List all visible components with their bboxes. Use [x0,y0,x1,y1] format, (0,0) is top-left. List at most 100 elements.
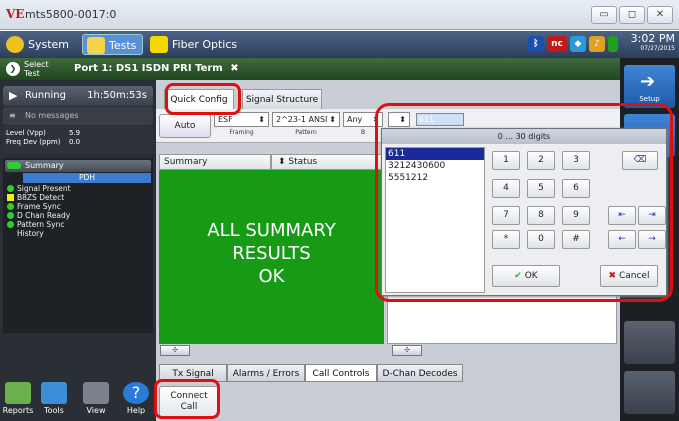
close-tab-icon[interactable]: ✖ [230,63,238,74]
tab-d-chan-decodes[interactable]: D-Chan Decodes [377,364,463,382]
clock-date: 07/27/2015 [640,45,675,52]
select-test-button[interactable]: ❯ Select Test [4,60,74,78]
side-button-4[interactable] [623,370,676,415]
home-button[interactable]: ⇤ [608,206,636,225]
key-8[interactable]: 8 [527,206,555,225]
menu-system-label: System [28,38,70,51]
list-item[interactable]: 3212430600 [386,160,484,172]
key-9[interactable]: 9 [562,206,590,225]
battery-icon[interactable] [608,36,618,52]
close-button[interactable]: ✕ [647,6,673,24]
help-button[interactable]: ? Help [120,382,152,420]
number-spinner[interactable]: ⬍ [388,112,410,127]
run-state: Running [25,90,66,101]
menu-system[interactable]: System [2,34,75,55]
key-7[interactable]: 7 [492,206,520,225]
run-status[interactable]: ▶ Running 1h:50m:53s [3,86,153,106]
setup-button[interactable]: ➔ Setup [623,64,676,109]
cursor-left-button[interactable]: ← [608,230,636,249]
tree-item-label: B8ZS Detect [17,193,65,202]
network-icon[interactable]: ◆ [570,36,586,52]
number-input[interactable]: 611 [416,113,464,126]
tab-call-controls[interactable]: Call Controls [305,364,377,382]
side-button-3[interactable] [623,320,676,365]
reports-button[interactable]: Reports [2,382,34,420]
freq-label: Freq Dev (ppm) [6,138,61,146]
clock-time: 3:02 PM [630,32,675,45]
menu-fiber-optics[interactable]: Fiber Optics [146,34,243,55]
b-value: Any [347,115,363,124]
tab-alarms-errors[interactable]: Alarms / Errors [227,364,305,382]
cursor-right-button[interactable]: → [638,230,666,249]
tree-item-history[interactable]: History [17,229,44,239]
ok-button[interactable]: ✔ OK [492,265,560,287]
status-ok-icon [7,203,14,210]
backspace-button[interactable]: ⌫ [622,151,658,170]
status-ok-icon [7,185,14,192]
play-icon: ▶ [9,89,18,102]
reports-label: Reports [2,406,34,415]
key-5[interactable]: 5 [527,179,555,198]
level-value: 5.9 [69,129,81,137]
connect-call-button[interactable]: Connect Call [159,386,219,418]
list-item[interactable]: 611 [386,148,484,160]
nc-icon[interactable]: nc [547,36,567,52]
menu-tests[interactable]: Tests [82,34,144,55]
bluetooth-icon[interactable]: ᛒ [528,36,544,52]
tree-item-pdh[interactable]: PDH [23,173,151,183]
tab-quick-config[interactable]: Quick Config [164,89,234,109]
key-3[interactable]: 3 [562,151,590,170]
view-button[interactable]: View [80,382,112,420]
key-4[interactable]: 4 [492,179,520,198]
list-item[interactable]: 5551212 [386,172,484,184]
elapsed-time: 1h:50m:53s [87,90,147,101]
port-tab-label: Port 1: DS1 ISDN PRI Term [74,63,223,74]
auto-button[interactable]: Auto [159,114,211,138]
messages-icon: ≡ [9,111,16,120]
summary-tree-header[interactable]: Summary [5,160,151,172]
gear-icon [6,36,24,53]
cancel-button[interactable]: ✖ Cancel [600,265,658,287]
b-select[interactable]: Any ⬍ [343,112,383,127]
tab-tx-signal[interactable]: Tx Signal [159,364,227,382]
volume-icon[interactable]: ♪ [589,36,605,52]
tree-item-label: Frame Sync [17,202,61,211]
key-hash[interactable]: # [562,230,590,249]
end-icon: ⇥ [648,210,656,220]
spinner-icon: ⬍ [372,115,379,124]
level-box: Level (Vpp) 5.9 Freq Dev (ppm) 0.0 [3,126,153,154]
b-label: B [360,129,366,136]
maximize-button[interactable]: ◻ [619,6,645,24]
summary-line2: RESULTS [232,243,311,264]
key-2[interactable]: 2 [527,151,555,170]
close-icon: ✕ [655,9,665,20]
tab-signal-structure[interactable]: Signal Structure [242,89,322,109]
spinner-icon: ⬍ [278,157,286,167]
end-button[interactable]: ⇥ [638,206,666,225]
summary-select[interactable]: Summary [159,154,271,170]
key-6[interactable]: 6 [562,179,590,198]
connect-line2: Call [180,402,198,412]
pattern-select[interactable]: 2^23-1 ANSI ⬍ [272,112,340,127]
minimize-button[interactable]: ▭ [591,6,617,24]
cancel-label: Cancel [618,271,650,281]
check-icon: ✔ [514,271,522,281]
framing-select[interactable]: ESF ⬍ [214,112,269,127]
key-star[interactable]: * [492,230,520,249]
key-1[interactable]: 1 [492,151,520,170]
help-icon: ? [123,382,149,404]
scroll-handle-left[interactable]: ✣ [160,345,190,356]
number-history-list: 611 3212430600 5551212 [385,147,485,293]
status-select[interactable]: ⬍ Status [271,154,384,170]
backspace-icon: ⌫ [633,155,647,165]
scroll-handle-right[interactable]: ✣ [392,345,422,356]
menu-fiber-label: Fiber Optics [172,38,238,51]
help-label: Help [126,406,146,415]
summary-led-icon [7,162,21,169]
tools-button[interactable]: Tools [38,382,70,420]
summary-tree: Summary PDH Signal Present B8ZS Detect F… [3,158,153,333]
left-panel: ▶ Running 1h:50m:53s ≡ No messages Level… [0,80,156,421]
port-tab[interactable]: Port 1: DS1 ISDN PRI Term ✖ [74,60,239,78]
app-logo: VE [6,7,25,21]
key-0[interactable]: 0 [527,230,555,249]
